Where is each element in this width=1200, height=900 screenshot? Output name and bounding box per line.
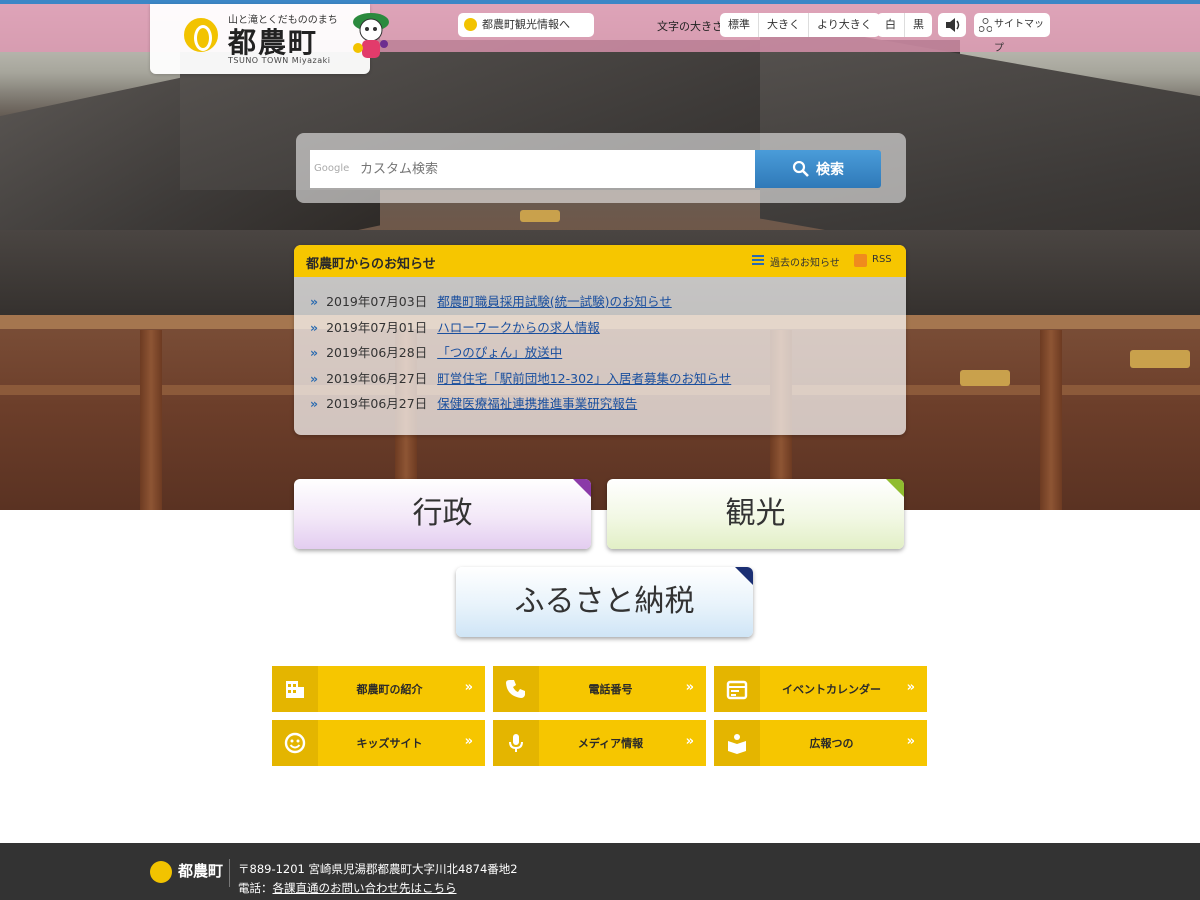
corner-accent xyxy=(735,567,753,585)
quick-link-calendar[interactable]: イベントカレンダー » xyxy=(714,666,927,712)
sitemap-icon xyxy=(979,18,992,32)
quick-link-media[interactable]: メディア情報 » xyxy=(493,720,706,766)
chevron-right-icon: » xyxy=(310,370,319,386)
footer-phone: 電話：各課直通のお問い合わせ先はこちら xyxy=(238,880,457,896)
mascot-icon xyxy=(353,13,389,58)
rss-link[interactable]: RSS xyxy=(854,254,892,267)
news-link[interactable]: 保健医療福祉連携推進事業研究報告 xyxy=(437,396,637,411)
category-gyosei-label: 行政 xyxy=(412,496,473,531)
google-label: Google xyxy=(314,163,350,174)
chevron-right-icon: » xyxy=(310,319,319,335)
list-icon xyxy=(752,255,764,266)
building-icon xyxy=(286,681,304,698)
news-date: 2019年06月27日 xyxy=(326,396,428,411)
news-item: » 2019年07月01日 ハローワークからの求人情報 xyxy=(310,317,906,343)
smiley-icon xyxy=(284,732,306,754)
footer-phone-prefix: 電話： xyxy=(238,881,273,895)
chevron-right-icon: » xyxy=(685,734,694,749)
site-logo[interactable]: 山と滝とくだもののまち 都農町 TSUNO TOWN Miyazaki xyxy=(150,4,389,74)
news-link[interactable]: 都農町職員採用試験(統一試験)のお知らせ xyxy=(437,294,672,309)
quick-link-label: 広報つの xyxy=(809,737,854,750)
category-furusato-button[interactable]: ふるさと納税 xyxy=(456,567,753,637)
town-emblem-icon xyxy=(184,18,218,52)
category-gyosei-button[interactable]: 行政 xyxy=(294,479,591,549)
quick-link-label: メディア情報 xyxy=(577,737,644,750)
news-item: » 2019年06月27日 町営住宅「駅前団地12-302」入居者募集のお知らせ xyxy=(310,368,906,394)
past-news-link[interactable]: 過去のお知らせ xyxy=(752,254,840,269)
font-size-label: 文字の大きさ xyxy=(657,20,723,33)
logo-name: 都農町 xyxy=(228,26,319,59)
quick-link-label: キッズサイト xyxy=(356,737,423,750)
color-mode-switcher: 白 黒 xyxy=(877,13,932,37)
quick-link-label: 電話番号 xyxy=(588,683,633,696)
corner-accent xyxy=(573,479,591,497)
chevron-right-icon: » xyxy=(906,680,915,695)
chevron-right-icon: » xyxy=(685,680,694,695)
news-date: 2019年07月01日 xyxy=(326,319,428,335)
font-size-larger[interactable]: より大きく xyxy=(809,13,880,37)
news-title: 都農町からのお知らせ xyxy=(306,257,436,272)
chevron-right-icon: » xyxy=(464,734,473,749)
chevron-right-icon: » xyxy=(310,294,319,309)
news-link[interactable]: 「つのぴょん」放送中 xyxy=(437,345,562,360)
font-size-large[interactable]: 大きく xyxy=(759,13,809,37)
phone-icon xyxy=(506,680,525,698)
chevron-right-icon: » xyxy=(310,396,319,411)
search-panel: Google 検索 xyxy=(296,133,906,203)
footer-address: 〒889-1201 宮崎県児湯郡都農町大字川北4874番地2 xyxy=(238,862,518,876)
quick-link-label: イベントカレンダー xyxy=(782,683,881,696)
magnifier-icon xyxy=(792,160,809,177)
news-panel: 都農町からのお知らせ 過去のお知らせ RSS » 2019年07月03日 都農町職員… xyxy=(294,245,906,435)
search-button-label: 検索 xyxy=(816,162,844,178)
category-furusato-label: ふるさと納税 xyxy=(514,584,695,619)
font-size-switcher: 標準 大きく より大きく xyxy=(720,13,880,37)
sitemap-link[interactable]: サイトマップ xyxy=(974,13,1050,54)
news-date: 2019年07月03日 xyxy=(326,294,428,309)
color-mode-black[interactable]: 黒 xyxy=(905,13,932,37)
book-icon xyxy=(728,734,746,754)
calendar-icon xyxy=(726,680,748,700)
tourism-info-label: 都農町観光情報へ xyxy=(482,18,570,31)
category-kanko-button[interactable]: 観光 xyxy=(607,479,904,549)
past-news-label: 過去のお知らせ xyxy=(770,258,840,269)
quick-link-intro[interactable]: 都農町の紹介 » xyxy=(272,666,485,712)
audio-reader-button[interactable] xyxy=(938,13,966,37)
corner-accent xyxy=(886,479,904,497)
town-emblem-icon xyxy=(150,861,172,883)
news-header: 都農町からのお知らせ 過去のお知らせ RSS xyxy=(294,245,906,277)
search-input[interactable] xyxy=(310,150,755,188)
tourism-info-link[interactable]: 都農町観光情報へ xyxy=(458,13,594,37)
news-item: » 2019年06月27日 保健医療福祉連携推進事業研究報告 xyxy=(310,393,906,419)
footer-divider xyxy=(229,859,230,887)
news-list: » 2019年07月03日 都農町職員採用試験(統一試験)のお知らせ » 2019年0… xyxy=(294,277,906,419)
news-date: 2019年06月28日 xyxy=(326,345,428,360)
footer-town-name: 都農町 xyxy=(178,862,224,880)
chevron-right-icon: » xyxy=(464,680,473,695)
news-link[interactable]: ハローワークからの求人情報 xyxy=(437,320,600,335)
footer: 都農町 〒889-1201 宮崎県児湯郡都農町大字川北4874番地2 電話：各課… xyxy=(0,843,1200,900)
category-kanko-label: 観光 xyxy=(725,496,786,531)
news-date: 2019年06月27日 xyxy=(326,370,428,386)
color-mode-white[interactable]: 白 xyxy=(877,13,905,37)
search-button[interactable]: 検索 xyxy=(755,150,881,188)
chevron-right-icon: » xyxy=(310,345,319,360)
chevron-right-icon: » xyxy=(906,734,915,749)
quick-link-label: 都農町の紹介 xyxy=(356,683,423,696)
microphone-icon xyxy=(509,734,523,752)
logo-english: TSUNO TOWN Miyazaki xyxy=(228,56,331,65)
rss-label: RSS xyxy=(872,254,892,265)
news-item: » 2019年07月03日 都農町職員採用試験(統一試験)のお知らせ xyxy=(310,291,906,317)
footer-phone-link[interactable]: 各課直通のお問い合わせ先はこちら xyxy=(273,881,457,895)
rss-icon xyxy=(854,254,867,267)
speaker-icon xyxy=(946,18,960,32)
town-emblem-icon xyxy=(464,18,477,31)
news-item: » 2019年06月28日 「つのぴょん」放送中 xyxy=(310,342,906,368)
quick-link-koho[interactable]: 広報つの » xyxy=(714,720,927,766)
quick-link-kids[interactable]: キッズサイト » xyxy=(272,720,485,766)
news-link[interactable]: 町営住宅「駅前団地12-302」入居者募集のお知らせ xyxy=(437,371,731,386)
font-size-standard[interactable]: 標準 xyxy=(720,13,759,37)
quick-link-phone[interactable]: 電話番号 » xyxy=(493,666,706,712)
